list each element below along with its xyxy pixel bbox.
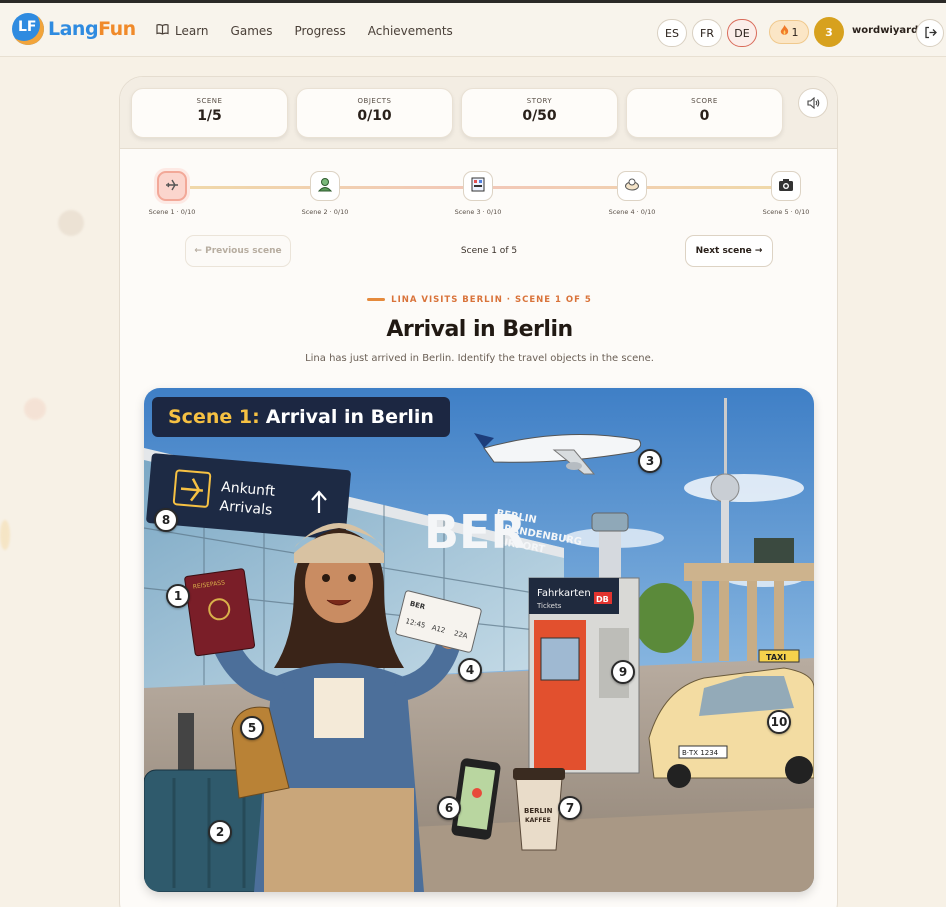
stat-label: OBJECTS xyxy=(357,97,392,105)
stat-value: 0/10 xyxy=(357,108,392,124)
scene-step-5[interactable] xyxy=(771,171,801,201)
object-marker-6[interactable]: 6 xyxy=(437,796,461,820)
top-navbar: LF LangFun Learn Games Progress Achievem… xyxy=(0,0,946,57)
taxi-sign: TAXI xyxy=(766,653,786,662)
nav-learn-label: Learn xyxy=(175,23,209,38)
book-icon xyxy=(156,23,169,38)
taxi-plate: B·TX 1234 xyxy=(682,749,719,757)
camera-icon xyxy=(778,177,794,196)
lang-de-button[interactable]: DE xyxy=(727,19,757,47)
coffee-label-2: KAFFEE xyxy=(525,817,551,824)
story-eyebrow: LINA VISITS BERLIN · SCENE 1 OF 5 xyxy=(120,295,837,305)
passport-illustration: REISEPASS xyxy=(184,568,256,657)
lang-es-button[interactable]: ES xyxy=(657,19,687,47)
stat-label: SCORE xyxy=(691,97,718,105)
object-marker-2[interactable]: 2 xyxy=(208,820,232,844)
stat-label: SCENE xyxy=(196,97,223,105)
object-marker-7[interactable]: 7 xyxy=(558,796,582,820)
main-nav: Learn Games Progress Achievements xyxy=(156,23,453,38)
object-marker-4[interactable]: 4 xyxy=(458,658,482,682)
stat-objects: OBJECTS 0/10 xyxy=(296,88,453,138)
sound-toggle-button[interactable] xyxy=(798,88,828,118)
decor-blob xyxy=(58,210,84,236)
scene-step-1-label: Scene 1 · 0/10 xyxy=(148,208,196,216)
stat-value: 0/50 xyxy=(522,108,557,124)
scene-title: Arrival in Berlin xyxy=(386,317,573,342)
lang-fr-button[interactable]: FR xyxy=(692,19,722,47)
scene-step-2[interactable] xyxy=(310,171,340,201)
ticket-machine-title: Fahrkarten xyxy=(537,588,591,599)
logo-mark: LF xyxy=(12,13,44,45)
eyebrow-text: LINA VISITS BERLIN · SCENE 1 OF 5 xyxy=(391,295,592,305)
scene-progress: Scene 1 · 0/10 Scene 2 · 0/10 Scene 3 · … xyxy=(120,149,837,229)
object-marker-5[interactable]: 5 xyxy=(240,716,264,740)
logout-button[interactable] xyxy=(916,19,944,47)
flame-icon xyxy=(780,25,789,39)
stat-value: 0 xyxy=(699,108,710,124)
stat-label: STORY xyxy=(526,97,553,105)
scene-tag-title: Arrival in Berlin xyxy=(265,406,434,428)
streak-count: 1 xyxy=(791,25,799,39)
object-marker-9[interactable]: 9 xyxy=(611,660,635,684)
scene-step-1[interactable] xyxy=(157,171,187,201)
logout-icon xyxy=(924,24,937,43)
username[interactable]: wordwiyard xyxy=(852,25,918,36)
decor-blob xyxy=(0,520,10,550)
scene-counter: Scene 1 of 5 xyxy=(460,246,518,256)
nav-games[interactable]: Games xyxy=(231,23,273,38)
building-icon xyxy=(470,176,486,196)
decor-blob xyxy=(24,398,46,420)
nav-games-label: Games xyxy=(230,23,273,38)
previous-scene-button[interactable]: ← Previous scene xyxy=(185,235,291,267)
speaker-icon xyxy=(806,94,820,113)
stat-scene: SCENE 1/5 xyxy=(131,88,288,138)
object-marker-1[interactable]: 1 xyxy=(166,584,190,608)
stat-score: SCORE 0 xyxy=(626,88,783,138)
scene-step-4[interactable] xyxy=(617,171,647,201)
scene-image: BER BERLIN BRANDENBURG AIRPORT Ankunft A… xyxy=(144,388,814,892)
stat-story: STORY 0/50 xyxy=(461,88,618,138)
level-badge[interactable]: 3 xyxy=(814,17,844,47)
airplane-icon xyxy=(165,177,179,196)
nav-learn[interactable]: Learn xyxy=(156,23,209,38)
object-marker-10[interactable]: 10 xyxy=(767,710,791,734)
object-marker-8[interactable]: 8 xyxy=(154,508,178,532)
scene-tag: Scene 1: Arrival in Berlin xyxy=(152,397,450,437)
nav-progress[interactable]: Progress xyxy=(295,23,346,38)
scene-illustration: BER BERLIN BRANDENBURG AIRPORT Ankunft A… xyxy=(144,388,814,892)
eyebrow-bar xyxy=(367,298,386,301)
object-marker-3[interactable]: 3 xyxy=(638,449,662,473)
nav-achievements-label: Achievements xyxy=(367,23,453,38)
nav-achievements[interactable]: Achievements xyxy=(368,23,453,38)
next-scene-button[interactable]: Next scene → xyxy=(685,235,773,267)
food-icon xyxy=(624,176,640,196)
db-logo: DB xyxy=(596,595,609,604)
scene-tag-prefix: Scene 1: xyxy=(168,406,260,428)
stats-bar: SCENE 1/5 OBJECTS 0/10 STORY 0/50 SCORE … xyxy=(120,77,837,149)
nav-progress-label: Progress xyxy=(294,23,346,38)
coffee-label-1: BERLIN xyxy=(524,807,553,815)
stat-value: 1/5 xyxy=(197,108,222,124)
streak-badge: 1 xyxy=(769,20,809,44)
scene-step-3[interactable] xyxy=(463,171,493,201)
scene-card: SCENE 1/5 OBJECTS 0/10 STORY 0/50 SCORE … xyxy=(119,76,838,907)
scene-step-4-label: Scene 4 · 0/10 xyxy=(608,208,656,216)
ticket-machine-sub: Tickets xyxy=(536,602,562,610)
logo-text: LangFun xyxy=(48,18,136,40)
person-icon xyxy=(317,176,333,196)
scene-step-5-label: Scene 5 · 0/10 xyxy=(762,208,810,216)
logo[interactable]: LF LangFun xyxy=(12,13,136,45)
scene-step-3-label: Scene 3 · 0/10 xyxy=(454,208,502,216)
scene-description: Lina has just arrived in Berlin. Identif… xyxy=(305,353,654,364)
scene-step-2-label: Scene 2 · 0/10 xyxy=(301,208,349,216)
